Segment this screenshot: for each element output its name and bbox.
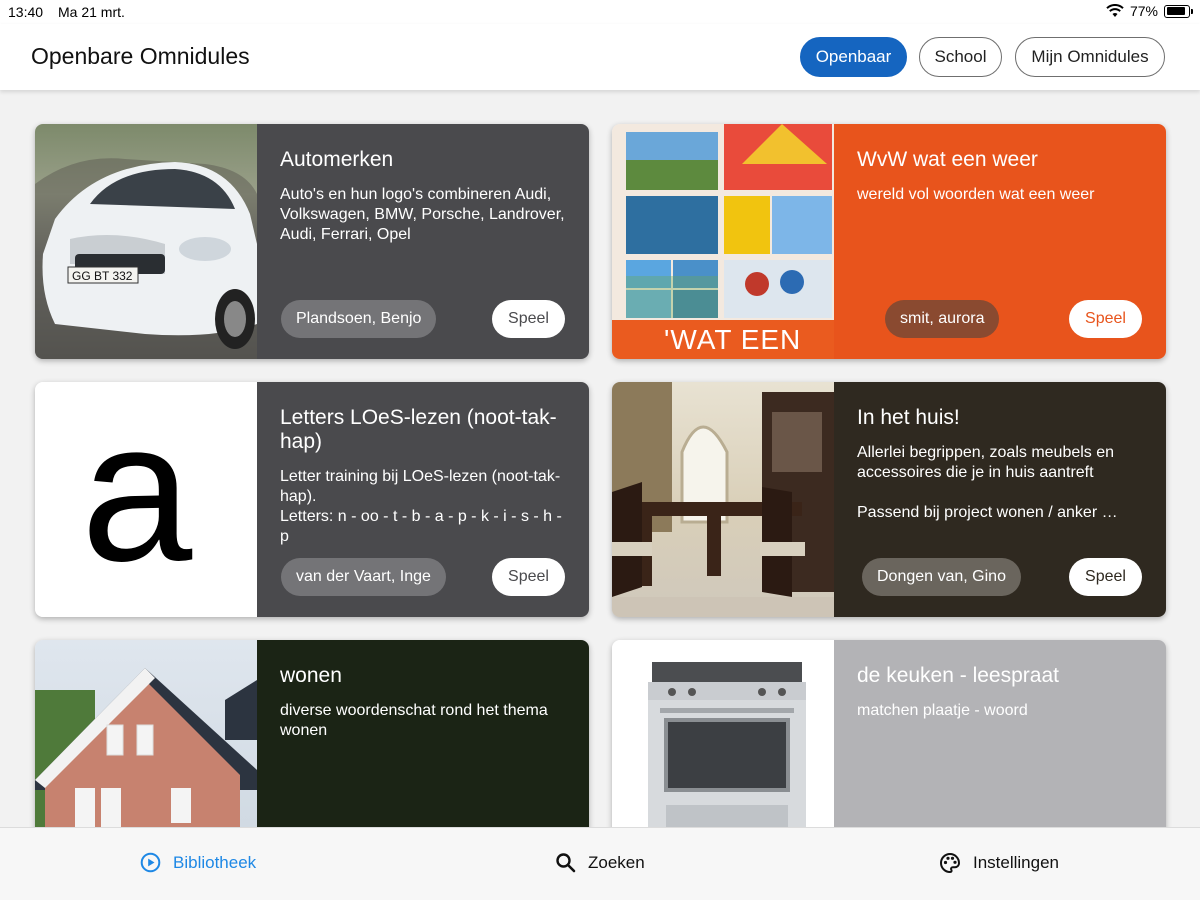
stove-photo bbox=[648, 662, 806, 827]
tab-mijn-omnidules[interactable]: Mijn Omnidules bbox=[1015, 37, 1165, 77]
status-time: 13:40 bbox=[8, 4, 44, 20]
card-info: Automerken Auto's en hun logo's combiner… bbox=[257, 124, 589, 359]
top-bar: Openbare Omnidules Openbaar School Mijn … bbox=[0, 24, 1200, 90]
card-description: Auto's en hun logo's combineren Audi, Vo… bbox=[280, 186, 565, 243]
status-right: 77% bbox=[1106, 3, 1193, 19]
house-photo bbox=[35, 668, 257, 827]
play-button[interactable]: Speel bbox=[1069, 300, 1142, 338]
palette-icon bbox=[940, 852, 961, 874]
card-in-het-huis[interactable]: In het huis! Allerlei begrippen, zoals m… bbox=[612, 382, 1166, 617]
card-info: In het huis! Allerlei begrippen, zoals m… bbox=[834, 382, 1166, 617]
dining-room-photo bbox=[612, 382, 834, 617]
nav-zoeken[interactable]: Zoeken bbox=[555, 852, 645, 873]
card-image-house bbox=[35, 640, 257, 827]
card-image-letter: a bbox=[35, 382, 257, 617]
wifi-icon bbox=[1106, 4, 1124, 17]
nav-instellingen[interactable]: Instellingen bbox=[939, 852, 1059, 874]
play-button[interactable]: Speel bbox=[492, 558, 565, 596]
card-title: Letters LOeS-lezen (noot-tak-hap) bbox=[280, 406, 557, 453]
card-title: de keuken - leespraat bbox=[857, 664, 1059, 687]
status-bar: 13:40 Ma 21 mrt. 77% bbox=[0, 0, 1200, 24]
play-button[interactable]: Speel bbox=[1069, 558, 1142, 596]
card-title: In het huis! bbox=[857, 406, 960, 429]
nav-bibliotheek[interactable]: Bibliotheek bbox=[140, 852, 256, 873]
card-info: WvW wat een weer wereld vol woorden wat … bbox=[834, 124, 1166, 359]
card-description: Allerlei begrippen, zoals meubels en acc… bbox=[857, 444, 1118, 521]
card-grid: GG BT 332 Automerken Auto's en hun logo'… bbox=[0, 90, 1200, 827]
search-icon bbox=[556, 853, 576, 873]
card-description: matchen plaatje - woord bbox=[857, 702, 1028, 719]
card-description: Letter training bij LOeS-lezen (noot-tak… bbox=[280, 468, 562, 545]
card-info: de keuken - leespraat matchen plaatje - … bbox=[834, 640, 1166, 827]
battery-icon bbox=[1164, 4, 1193, 18]
card-info: wonen diverse woordenschat rond het them… bbox=[257, 640, 589, 827]
battery-percent: 77% bbox=[1129, 3, 1158, 19]
nav-label: Zoeken bbox=[588, 852, 645, 872]
card-image-car: GG BT 332 bbox=[35, 124, 257, 359]
card-wonen[interactable]: wonen diverse woordenschat rond het them… bbox=[35, 640, 589, 827]
author-chip[interactable]: Plandsoen, Benjo bbox=[281, 300, 437, 338]
play-circle-icon bbox=[140, 852, 161, 873]
tab-school[interactable]: School bbox=[919, 37, 1002, 77]
author-chip[interactable]: Dongen van, Gino bbox=[862, 558, 1021, 596]
card-letters-loes-lezen[interactable]: a Letters LOeS-lezen (noot-tak-hap) Lett… bbox=[35, 382, 589, 617]
card-title: Automerken bbox=[280, 148, 394, 171]
card-description: wereld vol woorden wat een weer bbox=[857, 186, 1095, 203]
tab-openbaar[interactable]: Openbaar bbox=[800, 37, 907, 77]
card-title: WvW wat een weer bbox=[857, 148, 1038, 171]
svg-text:GG BT 332: GG BT 332 bbox=[72, 269, 133, 283]
card-automerken[interactable]: GG BT 332 Automerken Auto's en hun logo'… bbox=[35, 124, 589, 359]
card-description: diverse woordenschat rond het thema wone… bbox=[280, 702, 548, 739]
page-title: Openbare Omnidules bbox=[31, 43, 250, 69]
nav-label: Bibliotheek bbox=[173, 852, 257, 872]
card-image-stove bbox=[612, 640, 834, 827]
card-wvw-wat-een-weer[interactable]: 'WAT EEN WvW wat een weer wereld vol woo… bbox=[612, 124, 1166, 359]
card-image-weather: 'WAT EEN bbox=[612, 124, 834, 359]
status-date: Ma 21 mrt. bbox=[58, 4, 125, 20]
card-image-dining-room bbox=[612, 382, 834, 617]
card-title: wonen bbox=[280, 664, 342, 687]
thumb-caption: 'WAT EEN bbox=[664, 324, 802, 355]
nav-label: Instellingen bbox=[973, 853, 1060, 872]
card-de-keuken-leespraat[interactable]: de keuken - leespraat matchen plaatje - … bbox=[612, 640, 1166, 827]
bottom-navigation: Bibliotheek Zoeken Instellingen bbox=[0, 827, 1200, 900]
author-chip[interactable]: van der Vaart, Inge bbox=[281, 558, 446, 596]
car-photo: GG BT 332 bbox=[35, 158, 257, 359]
letter-a: a bbox=[81, 382, 193, 603]
play-button[interactable]: Speel bbox=[492, 300, 565, 338]
author-chip[interactable]: smit, aurora bbox=[885, 300, 1000, 338]
card-info: Letters LOeS-lezen (noot-tak-hap) Letter… bbox=[257, 382, 589, 617]
